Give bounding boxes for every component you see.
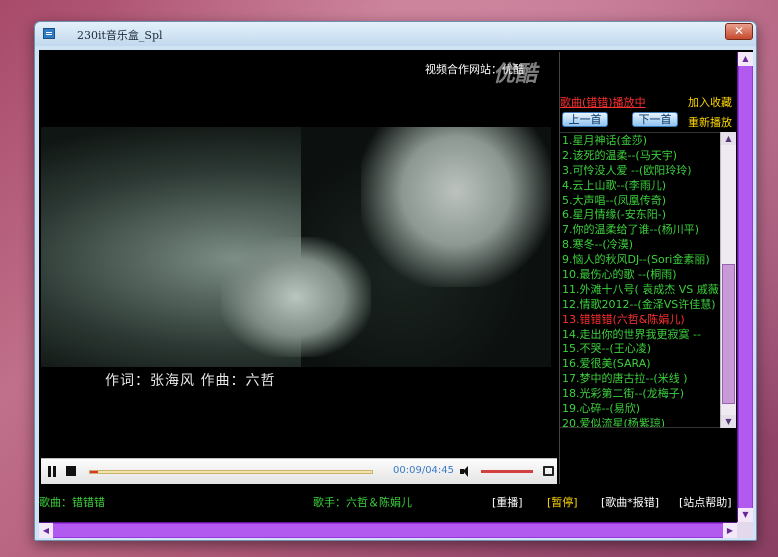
song-list-item[interactable]: 20.爱似流星(杨紫琼) (560, 416, 720, 427)
song-list-item[interactable]: 10.最伤心的歌 --(桐雨) (560, 267, 720, 282)
player-controls: 00:09/04:45 (41, 458, 557, 484)
add-favorite-link[interactable]: 加入收藏 (688, 94, 732, 110)
song-list-scrollbar[interactable]: ▲ ▼ (720, 132, 736, 428)
video-player[interactable]: 视频合作网站：优酷 优酷 作词：张海风 作曲：六哲 (41, 52, 557, 458)
song-list-scroll-thumb[interactable] (722, 264, 735, 404)
song-list-item[interactable]: 19.心碎--(易欣) (560, 401, 720, 416)
scrollbar-corner (737, 522, 753, 538)
pause-icon[interactable] (47, 466, 57, 477)
video-scene-light (361, 127, 551, 287)
replay-command[interactable]: [重播] (492, 494, 523, 510)
site-help-command[interactable]: [站点帮助] (679, 494, 732, 510)
volume-level (481, 470, 533, 473)
song-list-item[interactable]: 12.情歌2012--(金泽VS许佳慧) (560, 297, 720, 312)
screen-icon[interactable] (543, 466, 554, 476)
stop-icon[interactable] (66, 466, 76, 476)
info-bar: 歌曲：错错错 歌手：六哲＆陈娟儿 [重播] [暂停] [歌曲*报错] [站点帮助… (39, 486, 737, 516)
client-area: 视频合作网站：优酷 优酷 作词：张海风 作曲：六哲 00:09/04:45 歌曲… (39, 50, 753, 538)
song-list-item[interactable]: 17.梦中的唐古拉--(米线 ) (560, 371, 720, 386)
video-frame (41, 127, 551, 367)
window-vertical-scrollbar[interactable]: ▲ ▼ (737, 52, 753, 522)
song-list: 1.星月神话(金莎) 2.该死的温柔--(马天宇) 3.可怜没人爱 --(欧阳玲玲)… (560, 132, 720, 428)
song-list-item[interactable]: 3.可怜没人爱 --(欧阳玲玲) (560, 163, 720, 178)
song-list-item[interactable]: 18.光彩第二街--(龙梅子) (560, 386, 720, 401)
app-window: 230it音乐盒_Spl ✕ 视频合作网站：优酷 优酷 作词：张海风 作曲：六哲… (34, 21, 757, 541)
volume-icon[interactable] (460, 466, 470, 477)
replay-link[interactable]: 重新播放 (688, 114, 732, 130)
window-scroll-right-icon[interactable]: ▶ (723, 523, 737, 538)
song-list-item[interactable]: 9.恼人的秋风DJ--(Sori金素丽) (560, 252, 720, 267)
video-scene-face (221, 237, 371, 357)
app-icon (43, 28, 55, 39)
window-vertical-track[interactable] (739, 66, 752, 508)
song-list-item[interactable]: 6.星月情缘(-安东阳-) (560, 207, 720, 222)
current-artist-label: 歌手：六哲＆陈娟儿 (313, 496, 412, 509)
song-list-item[interactable]: 2.该死的温柔--(马天宇) (560, 148, 720, 163)
song-list-item[interactable]: 15.不哭--(王心凌) (560, 341, 720, 356)
window-scroll-left-icon[interactable]: ◀ (39, 523, 53, 538)
close-icon: ✕ (733, 24, 745, 38)
song-list-item[interactable]: 16.爱很美(SARA) (560, 356, 720, 371)
volume-slider[interactable] (481, 470, 533, 473)
window-scroll-down-icon[interactable]: ▼ (738, 508, 753, 522)
song-list-item[interactable]: 13.错错错(六哲&陈娟儿) (560, 312, 720, 327)
next-song-button[interactable]: 下一首 (632, 112, 678, 127)
song-list-item[interactable]: 5.大声唱--(凤凰传奇) (560, 193, 720, 208)
scroll-down-arrow-icon[interactable]: ▼ (721, 415, 736, 428)
song-list-item[interactable]: 1.星月神话(金莎) (560, 133, 720, 148)
window-horizontal-track[interactable] (53, 524, 723, 537)
song-list-item[interactable]: 8.寒冬--(冷漠) (560, 237, 720, 252)
time-display: 00:09/04:45 (393, 465, 455, 476)
window-title: 230it音乐盒_Spl (77, 29, 163, 42)
song-list-item[interactable]: 7.你的温柔给了谁--(杨川平) (560, 222, 720, 237)
current-song-label: 歌曲：错错错 (39, 496, 105, 509)
close-button[interactable]: ✕ (725, 23, 753, 40)
pause-command[interactable]: [暂停] (547, 494, 578, 510)
video-subtitle: 作词：张海风 作曲：六哲 (105, 373, 276, 389)
report-error-command[interactable]: [歌曲*报错] (601, 494, 659, 510)
video-watermark-logo: 优酷 (493, 62, 538, 87)
scroll-up-arrow-icon[interactable]: ▲ (721, 132, 736, 145)
seek-progress (90, 471, 99, 473)
song-list-item[interactable]: 14.走出你的世界我更寂寞 -- (560, 327, 720, 342)
now-playing-label[interactable]: 歌曲(错错)播放中 (560, 94, 646, 110)
prev-song-button[interactable]: 上一首 (562, 112, 608, 127)
seek-bar[interactable] (89, 470, 373, 474)
window-scroll-up-icon[interactable]: ▲ (738, 52, 753, 66)
song-list-item[interactable]: 11.外滩十八号( 袁成杰 VS 戚薇) (560, 282, 720, 297)
playlist-panel: 歌曲(错错)播放中 加入收藏 上一首 下一首 重新播放 1.星月神话(金莎) 2.… (559, 52, 736, 484)
song-list-item[interactable]: 4.云上山歌--(李雨儿) (560, 178, 720, 193)
window-horizontal-scrollbar[interactable]: ◀ ▶ (39, 522, 737, 538)
title-bar[interactable]: 230it音乐盒_Spl ✕ (35, 22, 756, 46)
